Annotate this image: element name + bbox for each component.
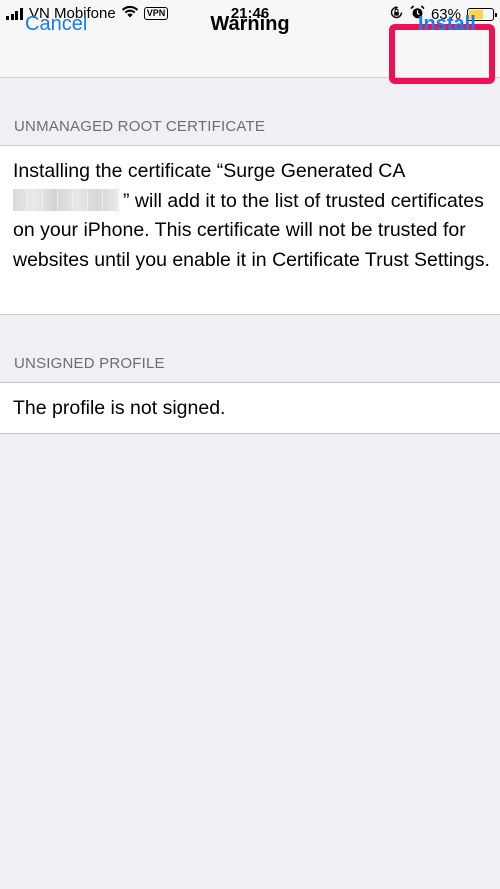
- root-certificate-text: Installing the certificate “Surge Genera…: [0, 146, 500, 275]
- install-button[interactable]: Install: [418, 13, 476, 36]
- certificate-text-start: Installing the certificate “Surge Genera…: [13, 160, 406, 182]
- section-header-unsigned-profile: UNSIGNED PROFILE: [14, 355, 165, 372]
- section-header-root-certificate: UNMANAGED ROOT CERTIFICATE: [14, 118, 266, 135]
- unsigned-profile-card: The profile is not signed.: [0, 382, 500, 434]
- unsigned-profile-text: The profile is not signed.: [13, 397, 226, 419]
- root-certificate-card: Installing the certificate “Surge Genera…: [0, 145, 500, 315]
- redacted-certificate-name: [13, 188, 119, 211]
